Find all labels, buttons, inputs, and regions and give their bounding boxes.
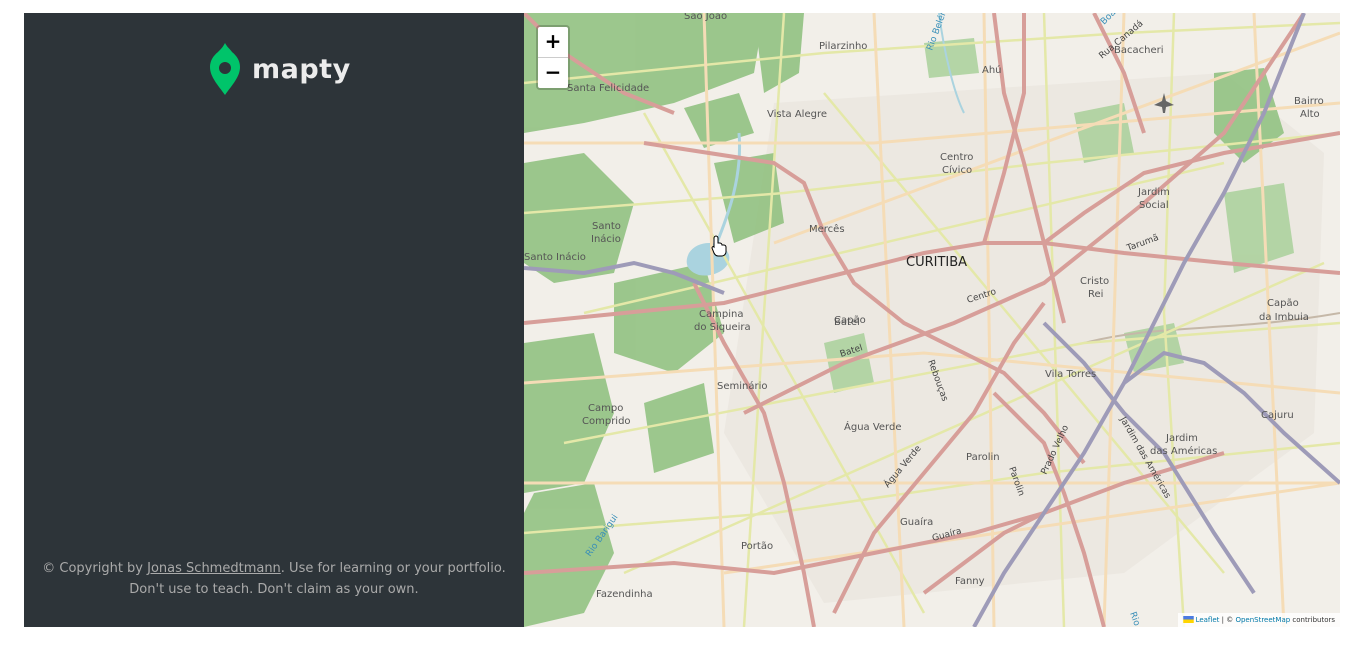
map-place-label: Água Verde bbox=[844, 420, 902, 433]
map-place-label: Centro bbox=[940, 152, 973, 163]
map-place-label: do Siqueira bbox=[694, 322, 751, 333]
map-place-label: Mercês bbox=[809, 223, 845, 235]
map-place-label: Social bbox=[1139, 200, 1169, 211]
ukraine-flag-icon bbox=[1182, 616, 1194, 623]
copyright-prefix: © Copyright by bbox=[42, 561, 143, 576]
leaflet-link[interactable]: Leaflet bbox=[1196, 616, 1220, 624]
map-place-label: Jardim bbox=[1137, 187, 1170, 198]
map-place-label: Comprido bbox=[582, 416, 631, 427]
logo: mapty bbox=[210, 43, 351, 95]
author-link[interactable]: Jonas Schmedtmann bbox=[147, 561, 281, 576]
map-place-label: São João bbox=[684, 13, 727, 22]
map[interactable]: CURITIBA São João Pilarzinho Ahú Bacache… bbox=[524, 13, 1340, 627]
map-place-label: Fanny bbox=[955, 576, 985, 587]
map-place-label: Alto bbox=[1300, 109, 1320, 120]
map-tiles[interactable]: CURITIBA São João Pilarzinho Ahú Bacache… bbox=[524, 13, 1340, 627]
app-container: mapty © Copyright by Jonas Schmedtmann. … bbox=[24, 13, 1340, 627]
map-place-label: Santo Inácio bbox=[524, 251, 586, 263]
map-place-label: Capão bbox=[1267, 298, 1299, 309]
map-place-label: da Imbuia bbox=[1259, 312, 1309, 323]
map-place-label: Campo bbox=[588, 403, 623, 414]
map-place-label: Campina bbox=[699, 309, 743, 320]
map-place-label: Guaíra bbox=[900, 516, 933, 528]
map-place-label: Santa Felicidade bbox=[567, 83, 649, 94]
map-place-label: Inácio bbox=[591, 233, 621, 245]
map-pin-logo-icon bbox=[210, 43, 240, 95]
map-place-label: Parolin bbox=[966, 452, 1000, 463]
map-place-label: Rei bbox=[1088, 289, 1103, 300]
map-attribution: Leaflet | © OpenStreetMap contributors bbox=[1177, 613, 1340, 627]
map-place-label: Santo bbox=[592, 221, 621, 232]
map-place-label: Vista Alegre bbox=[767, 109, 827, 120]
map-place-label: Jardim bbox=[1165, 433, 1198, 444]
map-place-label: Fazendinha bbox=[596, 589, 653, 600]
map-place-label: Cristo bbox=[1080, 276, 1109, 287]
zoom-out-button[interactable]: − bbox=[538, 57, 568, 88]
map-place-label: das Américas bbox=[1150, 445, 1217, 457]
map-place-label: Cívico bbox=[942, 164, 972, 176]
map-place-label: Pilarzinho bbox=[819, 41, 867, 52]
attribution-suffix: contributors bbox=[1290, 616, 1335, 624]
logo-text: mapty bbox=[252, 53, 351, 85]
attribution-separator: | © bbox=[1219, 616, 1236, 624]
map-place-label: Portão bbox=[741, 541, 773, 552]
zoom-in-button[interactable]: + bbox=[538, 27, 568, 57]
sidebar: mapty © Copyright by Jonas Schmedtmann. … bbox=[24, 13, 524, 627]
map-place-label: Vila Torres bbox=[1045, 369, 1096, 380]
map-place-label: Seminário bbox=[717, 380, 768, 392]
map-place-label: Batel bbox=[834, 317, 860, 328]
osm-link[interactable]: OpenStreetMap bbox=[1235, 616, 1290, 624]
zoom-control: + − bbox=[536, 25, 570, 90]
map-place-label: Bacacheri bbox=[1114, 45, 1164, 56]
map-place-label: Ahú bbox=[982, 64, 1002, 76]
map-place-label: Cajuru bbox=[1261, 410, 1294, 421]
map-city-label: CURITIBA bbox=[906, 255, 967, 270]
copyright: © Copyright by Jonas Schmedtmann. Use fo… bbox=[24, 558, 524, 600]
map-place-label: Bairro bbox=[1294, 96, 1324, 107]
